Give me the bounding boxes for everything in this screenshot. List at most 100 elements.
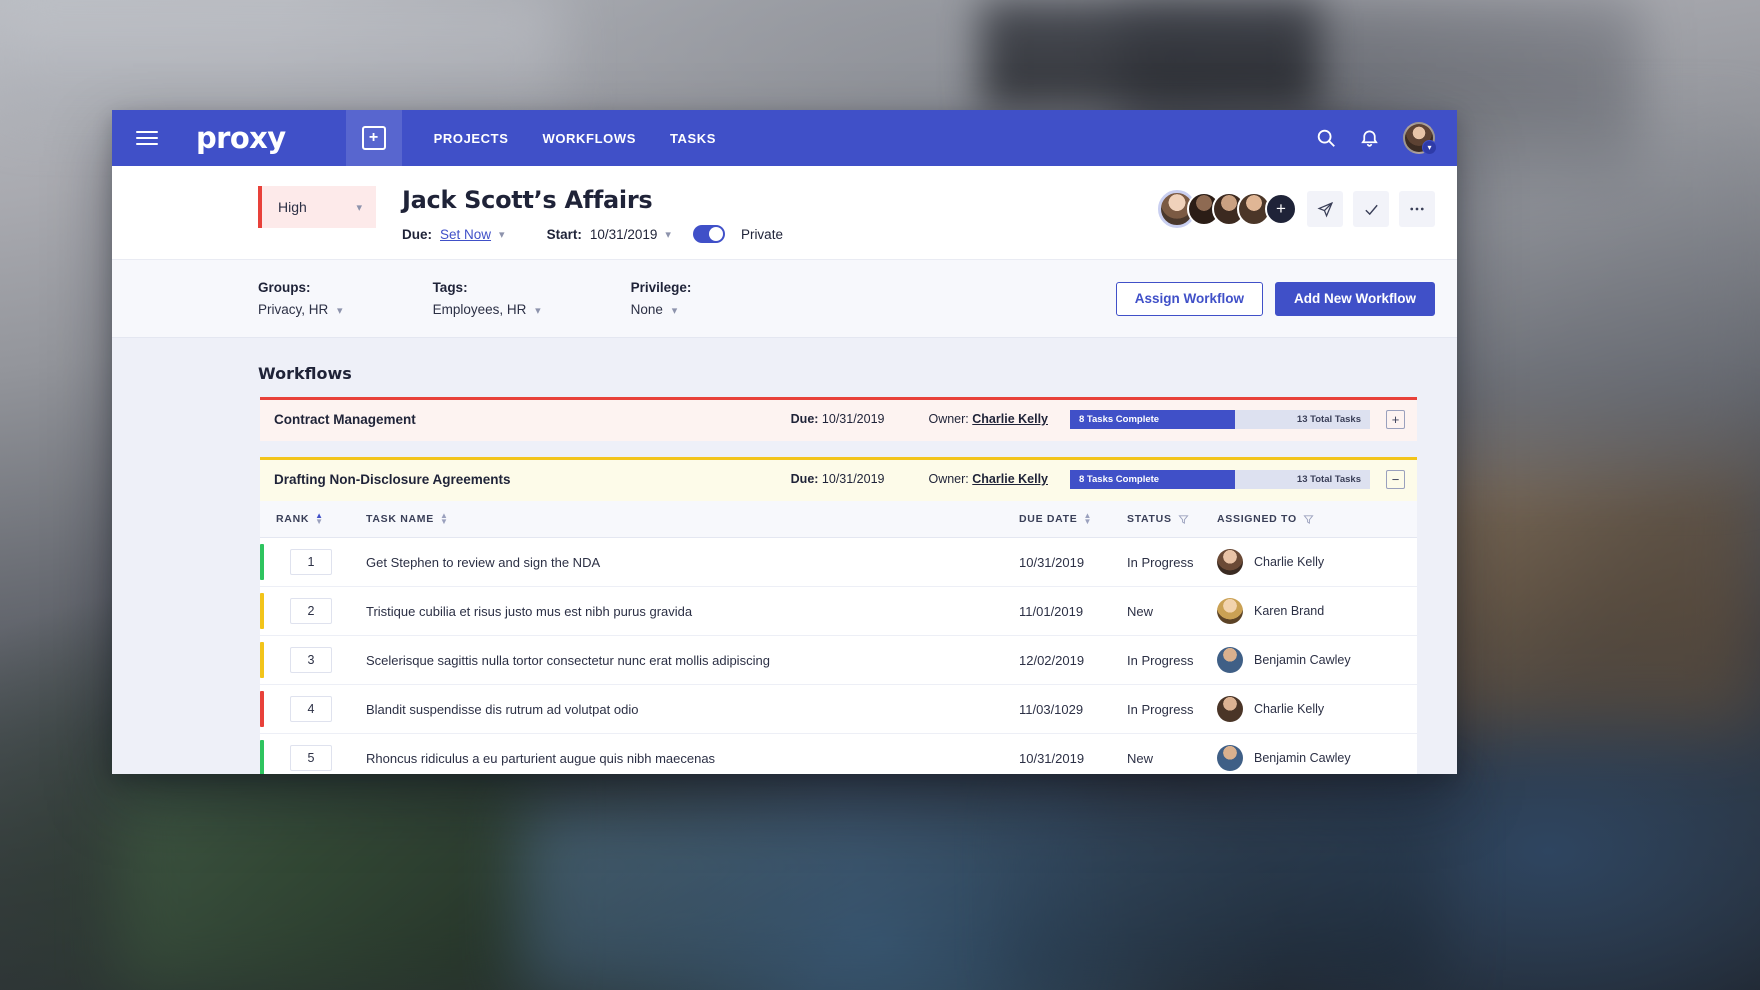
assignee-name: Karen Brand bbox=[1254, 604, 1325, 618]
table-row[interactable]: 3 Scelerisque sagittis nulla tortor cons… bbox=[260, 636, 1417, 685]
search-icon[interactable] bbox=[1315, 127, 1337, 149]
due-label: Due: bbox=[402, 226, 432, 242]
filter-icon bbox=[1178, 514, 1189, 524]
add-new-button[interactable]: + bbox=[345, 110, 402, 166]
workflow-owner-label: Owner: bbox=[928, 472, 969, 486]
cell-status: In Progress bbox=[1127, 652, 1194, 668]
avatar bbox=[1217, 696, 1243, 722]
workflow-progress-bar: 8 Tasks Complete 13 Total Tasks bbox=[1070, 409, 1370, 429]
column-label-assigned-to: ASSIGNED TO bbox=[1217, 513, 1297, 525]
priority-selector[interactable]: High ▾ bbox=[258, 186, 376, 228]
table-row[interactable]: 1 Get Stephen to review and sign the NDA… bbox=[260, 538, 1417, 587]
priority-bar bbox=[260, 740, 264, 774]
plus-square-icon[interactable]: + bbox=[1386, 409, 1405, 429]
sort-icon: ▲ ▼ bbox=[315, 511, 324, 526]
add-member-button[interactable]: + bbox=[1265, 193, 1297, 225]
table-row[interactable]: 4 Blandit suspendisse dis rutrum ad volu… bbox=[260, 685, 1417, 734]
column-header-status[interactable]: STATUS bbox=[1127, 501, 1217, 538]
chevron-down-icon[interactable]: ▾ bbox=[499, 228, 505, 241]
workflow-header[interactable]: Drafting Non-Disclosure Agreements Due: … bbox=[260, 457, 1417, 501]
workflow-card: Contract Management Due: 10/31/2019 Owne… bbox=[260, 397, 1417, 441]
minus-square-icon[interactable]: − bbox=[1386, 469, 1405, 489]
cell-assigned-to: Charlie Kelly bbox=[1217, 538, 1417, 587]
sort-icon: ▲ ▼ bbox=[1083, 511, 1093, 526]
avatar bbox=[1217, 647, 1243, 673]
cell-rank: 4 bbox=[260, 685, 366, 734]
filter-actions: Assign Workflow Add New Workflow bbox=[1115, 281, 1435, 316]
workflow-card: Drafting Non-Disclosure Agreements Due: … bbox=[260, 457, 1417, 774]
due-value[interactable]: Set Now bbox=[440, 227, 491, 242]
privilege-value[interactable]: None ▾ bbox=[631, 302, 692, 317]
table-row[interactable]: 5 Rhoncus ridiculus a eu parturient augu… bbox=[260, 734, 1417, 775]
workflow-due-label: Due: bbox=[790, 472, 819, 486]
hamburger-icon[interactable] bbox=[136, 131, 158, 145]
nav-link-projects[interactable]: PROJECTS bbox=[434, 131, 509, 146]
nav-links: PROJECTS WORKFLOWS TASKS bbox=[434, 131, 716, 146]
workflow-header[interactable]: Contract Management Due: 10/31/2019 Owne… bbox=[260, 397, 1417, 441]
cell-task-name: Scelerisque sagittis nulla tortor consec… bbox=[366, 652, 770, 668]
column-header-rank[interactable]: RANK ▲ ▼ bbox=[260, 501, 366, 538]
assignee-name: Charlie Kelly bbox=[1254, 555, 1325, 569]
table-row[interactable]: 2 Tristique cubilia et risus justo mus e… bbox=[260, 587, 1417, 636]
workflow-name: Drafting Non-Disclosure Agreements bbox=[274, 471, 511, 487]
send-icon[interactable] bbox=[1307, 191, 1343, 227]
workflow-progress-bar: 8 Tasks Complete 13 Total Tasks bbox=[1070, 469, 1370, 489]
privilege-label: Privilege: bbox=[630, 280, 692, 295]
privilege-filter: Privilege: None ▾ bbox=[631, 280, 692, 317]
check-icon[interactable] bbox=[1353, 191, 1389, 227]
workflow-progress-text: 8 Tasks Complete bbox=[1079, 413, 1160, 425]
workflow-total-text: 13 Total Tasks bbox=[1296, 413, 1361, 425]
workflow-due-value: 10/31/2019 bbox=[821, 472, 885, 486]
workflow-owner-link[interactable]: Charlie Kelly bbox=[972, 472, 1048, 486]
nav-right-group: ▾ bbox=[1315, 122, 1437, 155]
cell-assigned-to: Benjamin Cawley bbox=[1217, 734, 1417, 775]
table-header-row: RANK ▲ ▼ TASK NAME ▲ ▼ DUE DATE ▲ ▼ STAT… bbox=[260, 501, 1417, 538]
chevron-down-icon: ▾ bbox=[337, 305, 343, 317]
column-header-task-name[interactable]: TASK NAME ▲ ▼ bbox=[366, 501, 1019, 538]
tags-value[interactable]: Employees, HR ▾ bbox=[433, 302, 541, 317]
start-value[interactable]: 10/31/2019 bbox=[590, 227, 658, 242]
nav-link-tasks[interactable]: TASKS bbox=[670, 131, 716, 146]
filters-bar: Groups: Privacy, HR ▾ Tags: Employees, H… bbox=[112, 260, 1457, 338]
task-table: RANK ▲ ▼ TASK NAME ▲ ▼ DUE DATE ▲ ▼ STAT… bbox=[260, 501, 1417, 774]
assign-workflow-button[interactable]: Assign Workflow bbox=[1115, 281, 1263, 316]
priority-bar bbox=[260, 544, 264, 580]
cell-status: New bbox=[1127, 603, 1154, 619]
tags-value-text: Employees, HR bbox=[432, 302, 527, 317]
workflows-body: Workflows Contract Management Due: 10/31… bbox=[112, 338, 1457, 774]
cell-assigned-to: Benjamin Cawley bbox=[1217, 636, 1417, 685]
filter-icon bbox=[1303, 514, 1314, 524]
cell-status: In Progress bbox=[1127, 701, 1194, 717]
private-toggle[interactable] bbox=[692, 225, 725, 243]
column-header-assigned-to[interactable]: ASSIGNED TO bbox=[1217, 501, 1417, 538]
column-label-status: STATUS bbox=[1127, 513, 1172, 525]
groups-value[interactable]: Privacy, HR ▾ bbox=[258, 302, 343, 317]
groups-filter: Groups: Privacy, HR ▾ bbox=[258, 280, 343, 317]
workflow-owner-link[interactable]: Charlie Kelly bbox=[972, 412, 1048, 426]
bell-icon[interactable] bbox=[1359, 127, 1381, 149]
add-new-workflow-button[interactable]: Add New Workflow bbox=[1274, 281, 1435, 316]
priority-bar bbox=[260, 593, 264, 629]
sort-icon: ▲ ▼ bbox=[439, 511, 449, 526]
workflow-name: Contract Management bbox=[274, 411, 416, 427]
chevron-down-icon[interactable]: ▾ bbox=[665, 228, 671, 241]
workflow-due-label: Due: bbox=[790, 412, 819, 426]
rank-value: 3 bbox=[290, 647, 332, 673]
nav-link-workflows[interactable]: WORKFLOWS bbox=[542, 131, 636, 146]
user-avatar[interactable]: ▾ bbox=[1403, 122, 1437, 155]
cell-status: In Progress bbox=[1127, 554, 1194, 570]
rank-value: 5 bbox=[290, 745, 332, 771]
rank-value: 4 bbox=[290, 696, 332, 722]
app-window: proxy + PROJECTS WORKFLOWS TASKS ▾ High … bbox=[112, 110, 1457, 774]
workflow-owner-label: Owner: bbox=[928, 412, 969, 426]
column-header-due-date[interactable]: DUE DATE ▲ ▼ bbox=[1019, 501, 1127, 538]
cell-due-date: 12/02/2019 bbox=[1019, 652, 1085, 668]
ellipsis-icon[interactable] bbox=[1399, 191, 1435, 227]
cell-task-name: Get Stephen to review and sign the NDA bbox=[366, 554, 601, 570]
tags-label: Tags: bbox=[432, 280, 468, 295]
priority-value: High bbox=[278, 199, 307, 215]
private-label: Private bbox=[740, 226, 783, 242]
brand-logo[interactable]: proxy bbox=[196, 121, 286, 155]
cell-due-date: 11/01/2019 bbox=[1019, 603, 1084, 619]
workflow-due: Due: 10/31/2019 bbox=[791, 412, 885, 426]
